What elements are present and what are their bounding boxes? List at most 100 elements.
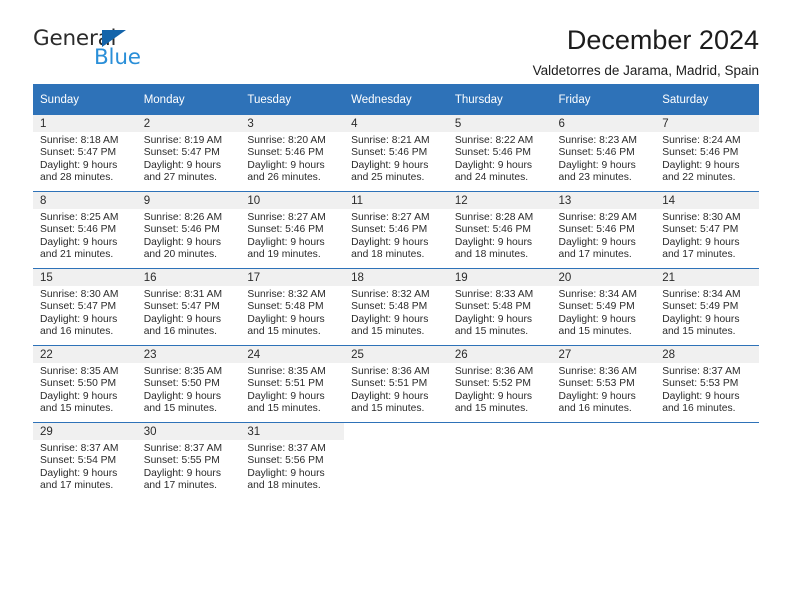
- sunrise-text: Sunrise: 8:36 AM: [351, 366, 430, 377]
- sunset-text: Sunset: 5:48 PM: [247, 301, 324, 313]
- day-details: Sunrise: 8:19 AM Sunset: 5:47 PM Daylight:…: [137, 132, 241, 185]
- daylight-text-line1: Daylight: 9 hours: [351, 236, 429, 248]
- calendar-day-cell[interactable]: 28 Sunrise: 8:37 AM Sunset: 5:53 PM Dayligh…: [655, 345, 759, 423]
- day-cell-inner: [447, 423, 552, 499]
- day-cell-inner: 27 Sunrise: 8:36 AM Sunset: 5:53 PM Dayligh…: [551, 346, 656, 422]
- day-number: 1: [33, 115, 137, 132]
- calendar-day-cell[interactable]: 6 Sunrise: 8:23 AM Sunset: 5:46 PM Daylight…: [551, 115, 656, 192]
- day-cell-inner: 15 Sunrise: 8:30 AM Sunset: 5:47 PM Dayligh…: [33, 269, 137, 345]
- day-number: 14: [655, 192, 759, 209]
- daylight-text-line1: Daylight: 9 hours: [247, 236, 325, 248]
- calendar-day-cell[interactable]: 18 Sunrise: 8:32 AM Sunset: 5:48 PM Dayligh…: [344, 268, 448, 346]
- day-details: Sunrise: 8:32 AM Sunset: 5:48 PM Daylight:…: [240, 286, 344, 339]
- day-cell-inner: 12 Sunrise: 8:28 AM Sunset: 5:46 PM Dayligh…: [447, 192, 552, 268]
- day-number: [551, 423, 656, 440]
- day-cell-inner: 4 Sunrise: 8:21 AM Sunset: 5:46 PM Daylight…: [344, 115, 448, 191]
- calendar-day-cell[interactable]: 3 Sunrise: 8:20 AM Sunset: 5:46 PM Daylight…: [240, 115, 345, 192]
- sunrise-text: Sunrise: 8:30 AM: [662, 212, 741, 223]
- daylight-text-line1: Daylight: 9 hours: [247, 313, 325, 325]
- sunrise-text: Sunrise: 8:20 AM: [247, 135, 326, 146]
- calendar-day-cell[interactable]: 4 Sunrise: 8:21 AM Sunset: 5:46 PM Daylight…: [344, 115, 448, 192]
- sunrise-text: Sunrise: 8:34 AM: [558, 289, 637, 300]
- calendar-day-cell[interactable]: 23 Sunrise: 8:35 AM Sunset: 5:50 PM Dayligh…: [136, 345, 241, 423]
- daylight-text-line1: Daylight: 9 hours: [351, 159, 429, 171]
- day-cell-inner: 20 Sunrise: 8:34 AM Sunset: 5:49 PM Dayligh…: [551, 269, 656, 345]
- calendar-day-cell[interactable]: 27 Sunrise: 8:36 AM Sunset: 5:53 PM Dayligh…: [551, 345, 656, 423]
- calendar-day-cell[interactable]: 13 Sunrise: 8:29 AM Sunset: 5:46 PM Dayligh…: [551, 191, 656, 269]
- calendar-day-cell[interactable]: 16 Sunrise: 8:31 AM Sunset: 5:47 PM Dayligh…: [136, 268, 241, 346]
- calendar-day-cell[interactable]: 9 Sunrise: 8:26 AM Sunset: 5:46 PM Daylight…: [136, 191, 241, 269]
- daylight-text-line2: and 15 minutes.: [662, 326, 736, 338]
- calendar-day-cell[interactable]: 29 Sunrise: 8:37 AM Sunset: 5:54 PM Dayligh…: [33, 422, 137, 499]
- day-number: 10: [240, 192, 345, 209]
- daylight-text-line2: and 18 minutes.: [247, 480, 321, 492]
- calendar-day-cell[interactable]: 12 Sunrise: 8:28 AM Sunset: 5:46 PM Dayligh…: [447, 191, 552, 269]
- daylight-text-line1: Daylight: 9 hours: [454, 236, 533, 248]
- day-number: 12: [447, 192, 552, 209]
- sunset-text: Sunset: 5:47 PM: [40, 147, 117, 159]
- daylight-text-line2: and 22 minutes.: [662, 172, 736, 184]
- calendar-day-cell[interactable]: 2 Sunrise: 8:19 AM Sunset: 5:47 PM Daylight…: [136, 115, 241, 192]
- daylight-text-line2: and 15 minutes.: [247, 403, 321, 415]
- calendar-day-cell[interactable]: 24 Sunrise: 8:35 AM Sunset: 5:51 PM Dayligh…: [240, 345, 345, 423]
- day-number: 8: [33, 192, 137, 209]
- sunrise-text: Sunrise: 8:37 AM: [662, 366, 741, 377]
- calendar-day-cell[interactable]: 19 Sunrise: 8:33 AM Sunset: 5:48 PM Dayligh…: [447, 268, 552, 346]
- calendar-day-cell[interactable]: 31 Sunrise: 8:37 AM Sunset: 5:56 PM Dayligh…: [240, 422, 345, 499]
- sunset-text: Sunset: 5:46 PM: [247, 147, 324, 159]
- daylight-text-line2: and 16 minutes.: [558, 403, 632, 415]
- calendar-day-cell[interactable]: 1 Sunrise: 8:18 AM Sunset: 5:47 PM Daylight…: [33, 115, 137, 192]
- day-number: 4: [344, 115, 448, 132]
- calendar-day-cell[interactable]: 25 Sunrise: 8:36 AM Sunset: 5:51 PM Dayligh…: [344, 345, 448, 423]
- daylight-text-line2: and 26 minutes.: [247, 172, 321, 184]
- calendar-day-cell[interactable]: 8 Sunrise: 8:25 AM Sunset: 5:46 PM Daylight…: [33, 191, 137, 269]
- day-number: 24: [240, 346, 345, 363]
- day-details: Sunrise: 8:23 AM Sunset: 5:46 PM Daylight:…: [552, 132, 656, 185]
- calendar-day-cell[interactable]: 5 Sunrise: 8:22 AM Sunset: 5:46 PM Daylight…: [447, 115, 552, 192]
- daylight-text-line1: Daylight: 9 hours: [247, 390, 325, 402]
- daylight-text-line2: and 15 minutes.: [351, 326, 425, 338]
- day-cell-inner: [344, 423, 448, 499]
- day-cell-inner: 21 Sunrise: 8:34 AM Sunset: 5:49 PM Dayligh…: [655, 269, 759, 345]
- daylight-text-line2: and 21 minutes.: [40, 249, 114, 261]
- daylight-text-line1: Daylight: 9 hours: [40, 467, 118, 479]
- calendar-day-cell[interactable]: 14 Sunrise: 8:30 AM Sunset: 5:47 PM Dayligh…: [655, 191, 759, 269]
- sunrise-text: Sunrise: 8:27 AM: [247, 212, 326, 223]
- calendar-day-cell[interactable]: 20 Sunrise: 8:34 AM Sunset: 5:49 PM Dayligh…: [551, 268, 656, 346]
- sunrise-text: Sunrise: 8:23 AM: [558, 135, 637, 146]
- daylight-text-line2: and 16 minutes.: [143, 326, 217, 338]
- day-details: Sunrise: 8:35 AM Sunset: 5:50 PM Daylight:…: [137, 363, 241, 416]
- page-subtitle: Valdetorres de Jarama, Madrid, Spain: [532, 63, 759, 78]
- day-cell-inner: 11 Sunrise: 8:27 AM Sunset: 5:46 PM Dayligh…: [344, 192, 448, 268]
- calendar-day-cell[interactable]: 11 Sunrise: 8:27 AM Sunset: 5:46 PM Dayligh…: [344, 191, 448, 269]
- day-cell-inner: 28 Sunrise: 8:37 AM Sunset: 5:53 PM Dayligh…: [655, 346, 759, 422]
- day-details: Sunrise: 8:35 AM Sunset: 5:50 PM Daylight:…: [33, 363, 137, 416]
- page-title: December 2024: [566, 25, 759, 55]
- day-details: Sunrise: 8:34 AM Sunset: 5:49 PM Daylight:…: [655, 286, 759, 339]
- sunset-text: Sunset: 5:51 PM: [247, 378, 324, 390]
- day-number: 21: [655, 269, 759, 286]
- daylight-text-line1: Daylight: 9 hours: [662, 390, 740, 402]
- daylight-text-line1: Daylight: 9 hours: [40, 313, 118, 325]
- calendar-day-cell[interactable]: 21 Sunrise: 8:34 AM Sunset: 5:49 PM Dayligh…: [655, 268, 759, 346]
- day-details: Sunrise: 8:36 AM Sunset: 5:52 PM Daylight:…: [448, 363, 552, 416]
- calendar-day-cell[interactable]: 15 Sunrise: 8:30 AM Sunset: 5:47 PM Dayligh…: [33, 268, 137, 346]
- calendar-cell-empty: [447, 422, 552, 499]
- calendar-day-cell[interactable]: 30 Sunrise: 8:37 AM Sunset: 5:55 PM Dayligh…: [136, 422, 241, 499]
- day-cell-inner: 14 Sunrise: 8:30 AM Sunset: 5:47 PM Dayligh…: [655, 192, 759, 268]
- day-number: 23: [136, 346, 241, 363]
- day-details: Sunrise: 8:36 AM Sunset: 5:51 PM Daylight:…: [344, 363, 448, 416]
- day-details: Sunrise: 8:27 AM Sunset: 5:46 PM Daylight:…: [344, 209, 448, 262]
- day-cell-inner: 9 Sunrise: 8:26 AM Sunset: 5:46 PM Daylight…: [136, 192, 241, 268]
- sunset-text: Sunset: 5:53 PM: [662, 378, 739, 390]
- sunrise-text: Sunrise: 8:18 AM: [40, 135, 119, 146]
- daylight-text-line2: and 16 minutes.: [40, 326, 114, 338]
- day-cell-inner: 5 Sunrise: 8:22 AM Sunset: 5:46 PM Daylight…: [447, 115, 552, 191]
- calendar-day-cell[interactable]: 17 Sunrise: 8:32 AM Sunset: 5:48 PM Dayligh…: [240, 268, 345, 346]
- calendar-day-cell[interactable]: 26 Sunrise: 8:36 AM Sunset: 5:52 PM Dayligh…: [447, 345, 552, 423]
- calendar-day-cell[interactable]: 22 Sunrise: 8:35 AM Sunset: 5:50 PM Dayligh…: [33, 345, 137, 423]
- calendar-day-cell[interactable]: 10 Sunrise: 8:27 AM Sunset: 5:46 PM Dayligh…: [240, 191, 345, 269]
- day-details: Sunrise: 8:34 AM Sunset: 5:49 PM Daylight:…: [552, 286, 656, 339]
- calendar-day-cell[interactable]: 7 Sunrise: 8:24 AM Sunset: 5:46 PM Daylight…: [655, 115, 759, 192]
- sunrise-text: Sunrise: 8:22 AM: [454, 135, 534, 146]
